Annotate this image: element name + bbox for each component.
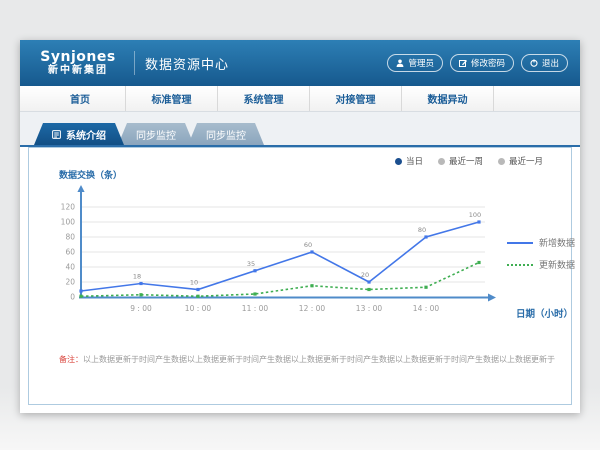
admin-button[interactable]: 管理员 xyxy=(387,54,443,72)
range-option-1[interactable]: 当日 xyxy=(395,155,423,167)
legend-label: 更新数据 xyxy=(539,258,575,271)
x-axis-arrow xyxy=(488,294,496,302)
x-tick-label: 11 : 00 xyxy=(242,304,269,313)
radio-label: 当日 xyxy=(406,155,423,167)
data-point xyxy=(139,293,142,296)
content-panel: 当日 最近一周 最近一月 数据交换（条） 0 20 40 60 80 100 120 9 : 00… xyxy=(28,147,572,405)
radio-dot xyxy=(395,158,402,165)
data-point xyxy=(253,269,256,272)
power-icon xyxy=(530,59,538,67)
tab-label: 系统介绍 xyxy=(66,127,106,142)
x-tick-label: 12 : 00 xyxy=(299,304,326,313)
data-point-label: 80 xyxy=(418,226,426,234)
legend-line-sample xyxy=(507,264,533,266)
tab-system-intro[interactable]: 系统介绍 xyxy=(34,123,124,145)
header-actions: 管理员 修改密码 退出 xyxy=(387,54,568,72)
legend-line-sample xyxy=(507,242,533,244)
range-filter: 当日 最近一周 最近一月 xyxy=(395,155,543,167)
data-point xyxy=(424,235,427,238)
data-point xyxy=(79,295,82,298)
data-point xyxy=(310,284,313,287)
note-label: 备注： xyxy=(59,355,83,364)
app-window: Synjones 新中新集团 数据资源中心 管理员 修改密码 退出 首页标准管理… xyxy=(20,40,580,413)
user-icon xyxy=(396,59,404,67)
x-tick-label: 13 : 00 xyxy=(356,304,383,313)
radio-label: 最近一月 xyxy=(509,155,543,167)
data-point xyxy=(196,288,199,291)
radio-label: 最近一周 xyxy=(449,155,483,167)
data-point-label: 60 xyxy=(304,241,312,249)
chart-area: 0 20 40 60 80 100 120 9 : 00 10 : 00 11 : 00 12 : … xyxy=(43,182,575,332)
x-tick-label: 10 : 00 xyxy=(185,304,212,313)
data-point-label: 10 xyxy=(190,279,198,287)
nav-item-1[interactable]: 首页 xyxy=(34,86,126,111)
y-axis-title: 数据交换（条） xyxy=(59,168,122,181)
change-password-button[interactable]: 修改密码 xyxy=(450,54,514,72)
radio-dot xyxy=(498,158,505,165)
data-point xyxy=(253,292,256,295)
brand-logo: Synjones 新中新集团 xyxy=(32,50,124,76)
tab-label: 同步监控 xyxy=(136,127,176,142)
y-tick-label: 0 xyxy=(70,293,75,302)
nav-item-4[interactable]: 对接管理 xyxy=(310,86,402,111)
tab-label: 同步监控 xyxy=(206,127,246,142)
header-divider xyxy=(134,51,135,75)
brand-logo-name: Synjones xyxy=(32,50,124,65)
data-point-label: 20 xyxy=(361,271,369,279)
tab-sync-monitor-1[interactable]: 同步监控 xyxy=(118,123,194,145)
data-point xyxy=(477,220,480,223)
data-point xyxy=(424,286,427,289)
tab-sync-monitor-2[interactable]: 同步监控 xyxy=(188,123,264,145)
nav-item-2[interactable]: 标准管理 xyxy=(126,86,218,111)
legend-item-1[interactable]: 新增数据 xyxy=(507,236,575,249)
legend-label: 新增数据 xyxy=(539,236,575,249)
y-tick-label: 40 xyxy=(65,263,75,272)
x-axis-title: 日期（小时） xyxy=(516,306,573,320)
data-point xyxy=(367,288,370,291)
main-nav: 首页标准管理系统管理对接管理数据异动 xyxy=(20,86,580,112)
data-point xyxy=(367,280,370,283)
line-chart: 0 20 40 60 80 100 120 9 : 00 10 : 00 11 : 00 12 : … xyxy=(43,182,521,332)
page-title: 数据资源中心 xyxy=(145,54,229,73)
y-tick-label: 120 xyxy=(61,203,76,212)
data-point xyxy=(477,261,480,264)
logout-button[interactable]: 退出 xyxy=(521,54,568,72)
legend-item-2[interactable]: 更新数据 xyxy=(507,258,575,271)
note-text: 以上数据更新于时间产生数据以上数据更新于时间产生数据以上数据更新于时间产生数据以… xyxy=(83,355,555,364)
data-point xyxy=(196,295,199,298)
y-tick-label: 20 xyxy=(65,278,75,287)
data-point xyxy=(79,289,82,292)
y-tick-label: 100 xyxy=(61,218,76,227)
nav-item-5[interactable]: 数据异动 xyxy=(402,86,494,111)
x-tick-label: 14 : 00 xyxy=(413,304,440,313)
nav-item-3[interactable]: 系统管理 xyxy=(218,86,310,111)
radio-dot xyxy=(438,158,445,165)
tab-strip: 系统介绍 同步监控 同步监控 xyxy=(20,112,580,147)
x-tick-label: 9 : 00 xyxy=(130,304,152,313)
y-tick-label: 80 xyxy=(65,233,75,242)
y-tick-label: 60 xyxy=(65,248,75,257)
chart-legend: 新增数据更新数据 xyxy=(507,236,575,271)
range-option-3[interactable]: 最近一月 xyxy=(498,155,543,167)
document-icon xyxy=(52,130,61,139)
data-point-label: 18 xyxy=(133,273,141,281)
data-point xyxy=(310,250,313,253)
brand-logo-company: 新中新集团 xyxy=(32,65,124,76)
y-axis-arrow xyxy=(77,185,84,192)
footer-note: 备注：以上数据更新于时间产生数据以上数据更新于时间产生数据以上数据更新于时间产生… xyxy=(59,354,555,365)
data-point-label: 100 xyxy=(469,211,481,219)
app-header: Synjones 新中新集团 数据资源中心 管理员 修改密码 退出 xyxy=(20,40,580,86)
data-point-label: 35 xyxy=(247,260,255,268)
range-option-2[interactable]: 最近一周 xyxy=(438,155,483,167)
data-point xyxy=(139,282,142,285)
edit-icon xyxy=(459,59,467,67)
